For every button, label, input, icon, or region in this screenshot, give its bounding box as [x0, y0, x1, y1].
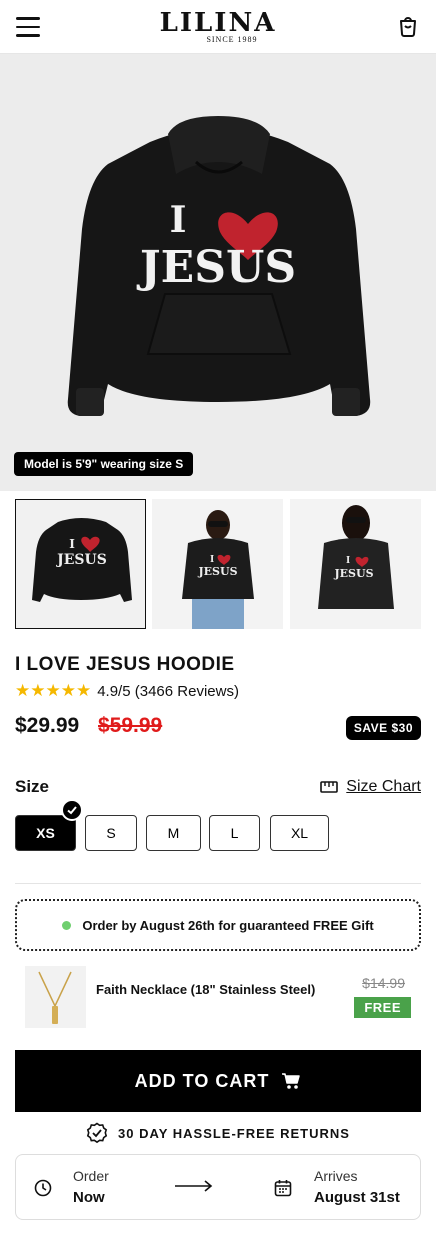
- necklace-image: [25, 966, 86, 1028]
- star-rating-icon: ★★★★★: [15, 681, 92, 700]
- size-option-m[interactable]: M: [146, 815, 201, 851]
- thumbnail-model-angle[interactable]: I JESUS: [290, 499, 421, 629]
- size-options: XS S M L XL: [15, 799, 421, 851]
- gift-item: Faith Necklace (18" Stainless Steel) $14…: [25, 966, 411, 1028]
- rating-row[interactable]: ★★★★★ 4.9/5 (3466 Reviews): [15, 681, 239, 701]
- size-option-l[interactable]: L: [209, 815, 260, 851]
- gift-banner-text: Order by August 26th for guaranteed FREE…: [82, 917, 374, 933]
- calendar-icon: [274, 1180, 292, 1197]
- badge-check-icon: [86, 1122, 108, 1144]
- free-gift-banner: Order by August 26th for guaranteed FREE…: [15, 899, 421, 951]
- thumbnail-gallery: I JESUS I JESUS I JESUS: [15, 499, 421, 629]
- model-thumb-illustration: I JESUS: [152, 499, 283, 629]
- delivery-timeline: Order Now Arrives August 31st: [15, 1154, 421, 1220]
- add-to-cart-button[interactable]: ADD TO CART: [15, 1050, 421, 1112]
- svg-text:I: I: [69, 537, 75, 551]
- svg-text:JESUS: JESUS: [333, 567, 373, 580]
- divider: [15, 883, 421, 884]
- logo-tagline: SINCE 1989: [206, 35, 258, 44]
- logo[interactable]: LILINA SINCE 1989: [0, 10, 436, 44]
- size-option-xs[interactable]: XS: [15, 815, 76, 851]
- svg-text:I: I: [210, 555, 214, 565]
- svg-text:I: I: [346, 556, 350, 566]
- model-size-badge: Model is 5'9" wearing size S: [14, 452, 194, 476]
- gift-name: Faith Necklace (18" Stainless Steel): [96, 982, 316, 997]
- check-icon: [61, 799, 83, 821]
- free-badge: FREE: [354, 997, 411, 1018]
- product-title: I LOVE JESUS HOODIE: [15, 654, 235, 675]
- gift-original-price: $14.99: [362, 975, 405, 991]
- size-label: Size: [15, 777, 50, 796]
- model-thumb-illustration: I JESUS: [290, 499, 421, 629]
- hoodie-illustration: I JESUS: [67, 116, 371, 416]
- cart-icon: [282, 1073, 301, 1089]
- svg-text:JESUS: JESUS: [55, 552, 107, 568]
- returns-note: 30 DAY HASSLE-FREE RETURNS: [0, 1122, 436, 1144]
- save-badge: SAVE $30: [345, 716, 421, 740]
- clock-icon: [34, 1179, 52, 1197]
- order-value: Now: [73, 1189, 105, 1206]
- size-chart-label: Size Chart: [346, 778, 421, 795]
- product-main-image[interactable]: I JESUS Model is 5'9" wearing size S: [0, 54, 436, 491]
- print-word-jesus: JESUS: [136, 242, 296, 293]
- svg-text:JESUS: JESUS: [197, 565, 237, 578]
- size-chart-link[interactable]: Size Chart: [320, 778, 421, 796]
- print-letter-i: I: [170, 199, 187, 241]
- site-header: LILINA SINCE 1989: [0, 0, 436, 54]
- price-row: $29.99 $59.99 SAVE $30: [15, 714, 421, 742]
- rating-text: 4.9/5 (3466 Reviews): [97, 682, 239, 700]
- thumbnail-flat[interactable]: I JESUS: [15, 499, 146, 629]
- size-option-s[interactable]: S: [85, 815, 137, 851]
- current-price: $29.99: [15, 714, 80, 737]
- returns-text: 30 DAY HASSLE-FREE RETURNS: [118, 1125, 350, 1141]
- add-to-cart-label: ADD TO CART: [134, 1070, 270, 1091]
- arrives-label: Arrives: [314, 1168, 358, 1184]
- bag-icon[interactable]: [396, 14, 420, 38]
- ruler-icon: [320, 781, 339, 793]
- hoodie-thumb-illustration: I JESUS: [32, 518, 132, 602]
- status-dot-icon: [62, 920, 72, 930]
- order-label: Order: [73, 1168, 109, 1184]
- thumbnail-model-front[interactable]: I JESUS: [152, 499, 283, 629]
- logo-name: LILINA: [159, 8, 277, 38]
- arrives-value: August 31st: [314, 1189, 400, 1206]
- size-option-xl[interactable]: XL: [270, 815, 329, 851]
- arrow-right-icon: [175, 1180, 213, 1192]
- original-price: $59.99: [98, 714, 163, 737]
